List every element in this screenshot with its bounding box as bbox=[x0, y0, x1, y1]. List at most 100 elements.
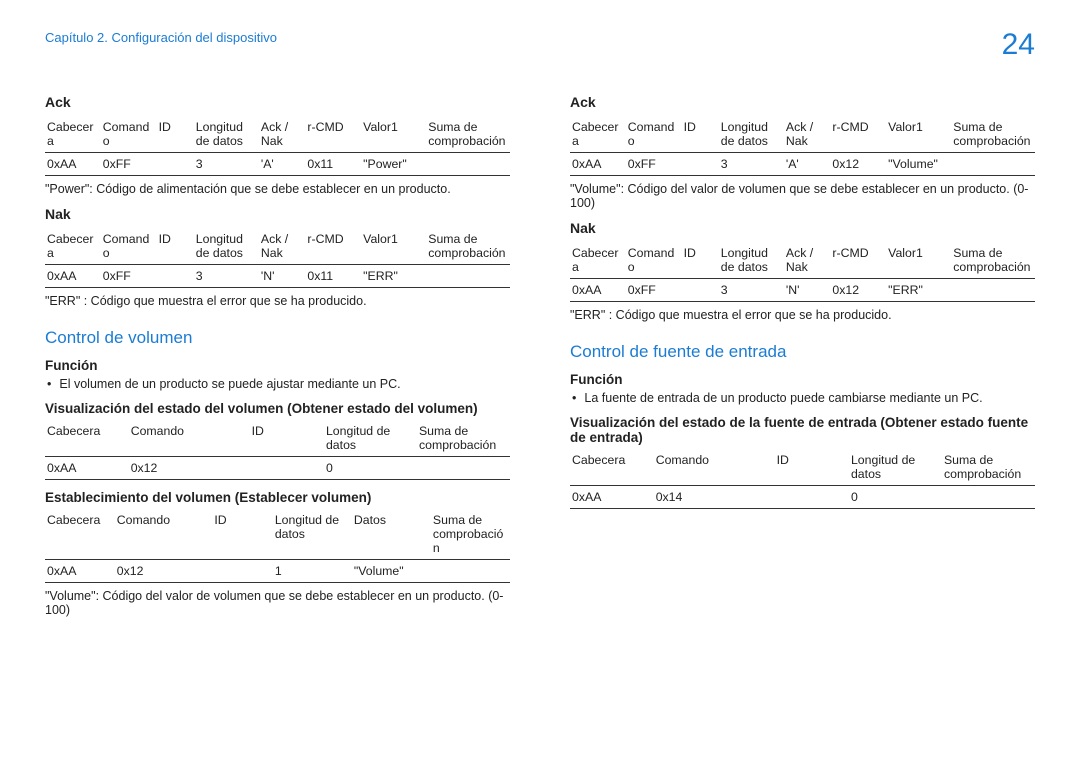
th: ID bbox=[157, 228, 194, 265]
td bbox=[250, 457, 324, 480]
td: 3 bbox=[719, 153, 784, 176]
th: Ack / Nak bbox=[259, 228, 306, 265]
td bbox=[682, 279, 719, 302]
table-row: 0xAA 0x12 1 "Volume" bbox=[45, 560, 510, 583]
right-nak-table: Cabecera Comando ID Longitud de datos Ac… bbox=[570, 242, 1035, 302]
th: Suma de comprobación bbox=[426, 116, 510, 153]
td bbox=[426, 153, 510, 176]
td bbox=[682, 153, 719, 176]
td: 0xFF bbox=[101, 265, 157, 288]
left-vis-table: Cabecera Comando ID Longitud de datos Su… bbox=[45, 420, 510, 480]
section-heading: Control de fuente de entrada bbox=[570, 342, 1035, 362]
th: Comando bbox=[626, 242, 682, 279]
th: Longitud de datos bbox=[194, 228, 259, 265]
th: Suma de comprobación bbox=[951, 242, 1035, 279]
content-columns: Ack Cabecera Comando ID Longitud de dato… bbox=[45, 88, 1035, 627]
td: 0x12 bbox=[830, 279, 886, 302]
th: Valor1 bbox=[361, 116, 426, 153]
table-row: 0xAA 0xFF 3 'N' 0x12 "ERR" bbox=[570, 279, 1035, 302]
th: Comando bbox=[626, 116, 682, 153]
th: Suma de comprobación bbox=[426, 228, 510, 265]
th: r-CMD bbox=[305, 116, 361, 153]
th: Comando bbox=[115, 509, 213, 560]
td: 'A' bbox=[784, 153, 831, 176]
th: r-CMD bbox=[830, 116, 886, 153]
td bbox=[157, 265, 194, 288]
td bbox=[431, 560, 510, 583]
th: ID bbox=[250, 420, 324, 457]
bullet-text: El volumen de un producto se puede ajust… bbox=[59, 377, 400, 391]
td: 0xFF bbox=[101, 153, 157, 176]
left-set-table: Cabecera Comando ID Longitud de datos Da… bbox=[45, 509, 510, 583]
page: Capítulo 2. Configuración del dispositiv… bbox=[0, 0, 1080, 657]
set-heading: Establecimiento del volumen (Establecer … bbox=[45, 490, 510, 505]
th: Cabecera bbox=[45, 509, 115, 560]
th: Cabecera bbox=[570, 116, 626, 153]
td: 0xAA bbox=[570, 153, 626, 176]
td: 1 bbox=[273, 560, 352, 583]
td: 0xFF bbox=[626, 279, 682, 302]
nak-note: "ERR" : Código que muestra el error que … bbox=[570, 308, 1035, 322]
td bbox=[942, 486, 1035, 509]
th: ID bbox=[157, 116, 194, 153]
td: 0xAA bbox=[45, 265, 101, 288]
right-column: Ack Cabecera Comando ID Longitud de dato… bbox=[570, 88, 1035, 627]
table-row: 0xAA 0xFF 3 'A' 0x11 "Power" bbox=[45, 153, 510, 176]
bullet-text: La fuente de entrada de un producto pued… bbox=[584, 391, 982, 405]
th: Datos bbox=[352, 509, 431, 560]
nak-heading: Nak bbox=[570, 220, 1035, 236]
td: 0xAA bbox=[45, 153, 101, 176]
th: Comando bbox=[654, 449, 775, 486]
th: Cabecera bbox=[45, 228, 101, 265]
ack-heading: Ack bbox=[45, 94, 510, 110]
th: Cabecera bbox=[570, 242, 626, 279]
td bbox=[426, 265, 510, 288]
td: 0x12 bbox=[129, 457, 250, 480]
th: Ack / Nak bbox=[259, 116, 306, 153]
th: Comando bbox=[101, 116, 157, 153]
funcion-bullet: El volumen de un producto se puede ajust… bbox=[45, 377, 510, 391]
th: Cabecera bbox=[45, 420, 129, 457]
table-row: 0xAA 0x12 0 bbox=[45, 457, 510, 480]
td: 0x11 bbox=[305, 153, 361, 176]
th: Cabecera bbox=[570, 449, 654, 486]
td: 0x14 bbox=[654, 486, 775, 509]
vis-heading: Visualización del estado del volumen (Ob… bbox=[45, 401, 510, 416]
th: Suma de comprobación bbox=[431, 509, 510, 560]
td: 0xAA bbox=[45, 457, 129, 480]
left-ack-table: Cabecera Comando ID Longitud de datos Ac… bbox=[45, 116, 510, 176]
table-row: 0xAA 0x14 0 bbox=[570, 486, 1035, 509]
th: r-CMD bbox=[305, 228, 361, 265]
th: Ack / Nak bbox=[784, 242, 831, 279]
th: Comando bbox=[101, 228, 157, 265]
td: 3 bbox=[194, 265, 259, 288]
th: Longitud de datos bbox=[273, 509, 352, 560]
td: 'N' bbox=[784, 279, 831, 302]
left-nak-table: Cabecera Comando ID Longitud de datos Ac… bbox=[45, 228, 510, 288]
td: 0 bbox=[324, 457, 417, 480]
ack-note: "Power": Código de alimentación que se d… bbox=[45, 182, 510, 196]
th: Valor1 bbox=[886, 242, 951, 279]
left-column: Ack Cabecera Comando ID Longitud de dato… bbox=[45, 88, 510, 627]
th: Valor1 bbox=[886, 116, 951, 153]
nak-note: "ERR" : Código que muestra el error que … bbox=[45, 294, 510, 308]
th: Longitud de datos bbox=[719, 116, 784, 153]
vis-heading: Visualización del estado de la fuente de… bbox=[570, 415, 1035, 445]
nak-heading: Nak bbox=[45, 206, 510, 222]
td: 0xAA bbox=[570, 279, 626, 302]
td: 'A' bbox=[259, 153, 306, 176]
funcion-heading: Función bbox=[570, 372, 1035, 387]
td: "Power" bbox=[361, 153, 426, 176]
funcion-heading: Función bbox=[45, 358, 510, 373]
td: "Volume" bbox=[886, 153, 951, 176]
th: Longitud de datos bbox=[194, 116, 259, 153]
th: ID bbox=[775, 449, 849, 486]
th: Valor1 bbox=[361, 228, 426, 265]
td bbox=[157, 153, 194, 176]
table-row: 0xAA 0xFF 3 'A' 0x12 "Volume" bbox=[570, 153, 1035, 176]
th: Longitud de datos bbox=[849, 449, 942, 486]
th: Longitud de datos bbox=[719, 242, 784, 279]
th: ID bbox=[682, 242, 719, 279]
funcion-bullet: La fuente de entrada de un producto pued… bbox=[570, 391, 1035, 405]
th: Longitud de datos bbox=[324, 420, 417, 457]
